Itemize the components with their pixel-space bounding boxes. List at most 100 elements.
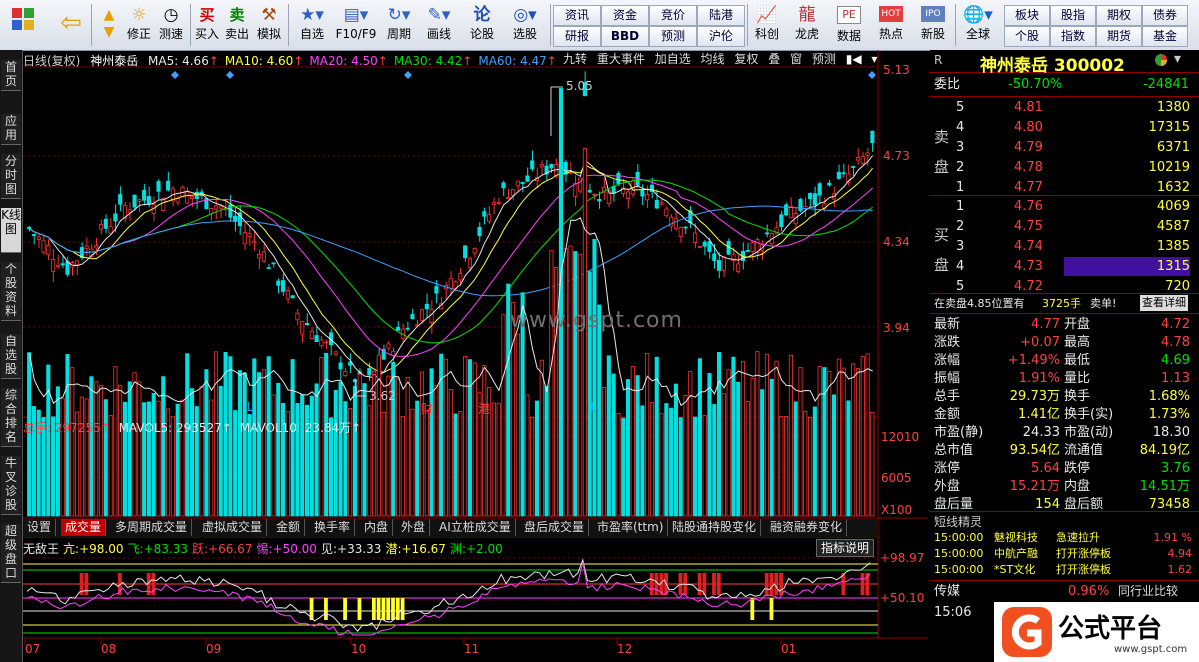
dropdown-icon[interactable]: ▾: [871, 52, 877, 66]
tab-inner-volume[interactable]: 内盘: [360, 519, 394, 536]
sidebar-item-timeline[interactable]: 分时图: [1, 154, 21, 199]
home-button[interactable]: [6, 6, 40, 30]
sidebar-item-home[interactable]: 首页: [1, 60, 21, 91]
candle-body: [683, 226, 688, 229]
tab-volume[interactable]: 成交量: [61, 519, 107, 536]
simulate-button[interactable]: ⚒ 模拟: [254, 4, 284, 42]
pie-chart-icon[interactable]: [1154, 53, 1168, 71]
right-badge[interactable]: R: [934, 53, 942, 67]
industry-compare-button[interactable]: 同行业比较: [1118, 582, 1178, 601]
tab-turnover[interactable]: 换手率: [310, 519, 356, 536]
sell-icon: 卖: [229, 6, 245, 24]
sidebar-item-apps[interactable]: 应用: [1, 114, 21, 145]
tab-virtual-volume[interactable]: 虚拟成交量: [198, 519, 268, 536]
auction-button[interactable]: 竞价: [649, 5, 697, 26]
draw-line-button[interactable]: ✎▾ 画线: [420, 4, 458, 42]
bonds-button[interactable]: 债券: [1142, 5, 1188, 26]
sun-icon: ☼: [131, 5, 147, 25]
dragon-tiger-button[interactable]: 龍 龙虎: [790, 4, 824, 42]
research-button[interactable]: 研报: [553, 26, 601, 47]
star-market-button[interactable]: 📈 科创: [750, 4, 784, 42]
bbd-button[interactable]: BBD: [601, 26, 649, 47]
ma-button[interactable]: 均线: [701, 52, 725, 66]
price-tick: 4.34: [883, 235, 910, 249]
stock-picker-button[interactable]: ◎▾ 选股: [504, 4, 546, 42]
sell-order-row[interactable]: 3 4.79 6371: [930, 138, 1193, 157]
buy-order-row[interactable]: 4 4.73 1315: [930, 257, 1193, 276]
options-button[interactable]: 期权: [1096, 5, 1142, 26]
sidebar-item-super-panel[interactable]: 超级盘口: [1, 524, 21, 583]
sidebar-item-profile[interactable]: 个股资料: [1, 262, 21, 321]
page-up-down-button[interactable]: ▲ ▼: [96, 4, 122, 42]
ipo-button[interactable]: IPO 新股: [916, 4, 950, 42]
sidebar-item-kline[interactable]: K线图: [1, 208, 21, 253]
sidebar-item-ranking[interactable]: 综合排名: [1, 388, 21, 447]
buy-order-row[interactable]: 2 4.75 4587: [930, 217, 1193, 236]
funds-market-button[interactable]: 基金: [1142, 26, 1188, 47]
sector-button[interactable]: 板块: [1004, 5, 1050, 26]
ma-name: MA20: [309, 54, 344, 68]
volume-bar: [405, 376, 410, 517]
buy-order-row[interactable]: 1 4.76 4069: [930, 197, 1193, 216]
volume-bar: [525, 394, 530, 517]
tab-outer-volume[interactable]: 外盘: [397, 519, 431, 536]
hotspot-button[interactable]: HOT 热点: [874, 4, 908, 42]
event-marker-hk[interactable]: 港: [478, 400, 490, 417]
data-button[interactable]: PE 数据: [832, 4, 866, 44]
sell-button[interactable]: 卖 卖出: [223, 4, 251, 42]
nine-turn-button[interactable]: 九转: [563, 52, 587, 66]
chart-canvas[interactable]: [23, 50, 928, 662]
fix-button[interactable]: ☼ 修正: [124, 4, 154, 42]
predict-button[interactable]: 预测: [812, 52, 836, 66]
event-marker-l[interactable]: L: [590, 400, 597, 414]
news-button[interactable]: 资讯: [553, 5, 601, 26]
shanghai-london-button[interactable]: 沪伦: [697, 26, 745, 47]
global-button[interactable]: 🌐▾ 全球: [958, 4, 998, 42]
event-marker-l[interactable]: L: [247, 400, 254, 414]
period-label[interactable]: 日线(复权): [23, 54, 80, 68]
short-term-row[interactable]: 15:00:00 中航产融 打开涨停板 4.94: [930, 546, 1193, 562]
buy-order-row[interactable]: 3 4.74 1385: [930, 237, 1193, 256]
major-events-button[interactable]: 重大事件: [597, 52, 645, 66]
index-futures-button[interactable]: 股指: [1050, 5, 1096, 26]
add-watchlist-button[interactable]: 加自选: [655, 52, 691, 66]
tab-amount[interactable]: 金额: [272, 519, 306, 536]
f10-button[interactable]: ▤▾ F10/F9: [333, 4, 379, 42]
tab-settings[interactable]: 设置: [23, 519, 57, 536]
tab-ai-volume[interactable]: AI立桩成交量: [435, 519, 516, 536]
tab-after-hours-volume[interactable]: 盘后成交量: [520, 519, 590, 536]
overlay-button[interactable]: 叠: [768, 52, 780, 66]
order-detail-button[interactable]: 查看详细: [1140, 295, 1188, 311]
short-term-row[interactable]: 15:00:00 魅视科技 急速拉升 1.91 %: [930, 530, 1193, 546]
hk-connect-button[interactable]: 陆港: [697, 5, 745, 26]
buy-button[interactable]: 买 买入: [193, 4, 221, 42]
pin-icon[interactable]: ▮◀: [846, 52, 862, 66]
event-marker-finance[interactable]: 财: [421, 400, 433, 417]
futures-button[interactable]: 期货: [1096, 26, 1142, 47]
speed-test-button[interactable]: ◷ 测速: [156, 4, 186, 42]
sell-order-row[interactable]: 2 4.78 10219: [930, 158, 1193, 177]
forecast-button[interactable]: 预测: [649, 26, 697, 47]
discuss-button[interactable]: 论 论股: [464, 4, 500, 42]
cycle-button[interactable]: ↻▾ 周期: [380, 4, 418, 42]
short-term-row[interactable]: 15:00:00 *ST文化 打开涨停板 1.62: [930, 562, 1193, 578]
tab-margin-change[interactable]: 融资融券变化: [766, 519, 848, 536]
indicator-help-button[interactable]: 指标说明: [816, 539, 875, 557]
funds-button[interactable]: 资金: [601, 5, 649, 26]
adjust-button[interactable]: 复权: [734, 52, 758, 66]
watchlist-button[interactable]: ★▾ 自选: [293, 4, 331, 42]
stocks-button[interactable]: 个股: [1004, 26, 1050, 47]
sidebar-item-watchlist[interactable]: 自选股: [1, 334, 21, 379]
sidebar-item-diagnosis[interactable]: 牛叉诊股: [1, 456, 21, 515]
tab-hk-connect-holdings[interactable]: 陆股通持股变化: [668, 519, 762, 536]
industry-name[interactable]: 传媒: [934, 582, 960, 601]
window-button[interactable]: 窗: [790, 52, 802, 66]
volume-bar: [865, 353, 870, 517]
tab-multi-period-volume[interactable]: 多周期成交量: [111, 519, 193, 536]
sell-order-row[interactable]: 5 4.81 1380: [930, 98, 1193, 117]
dropdown-icon[interactable]: ▾: [1174, 51, 1181, 67]
indices-button[interactable]: 指数: [1050, 26, 1096, 47]
back-button[interactable]: ⇦: [56, 8, 86, 38]
sell-order-row[interactable]: 4 4.80 17315: [930, 118, 1193, 137]
tab-pe-ttm[interactable]: 市盈率(ttm): [593, 519, 669, 536]
